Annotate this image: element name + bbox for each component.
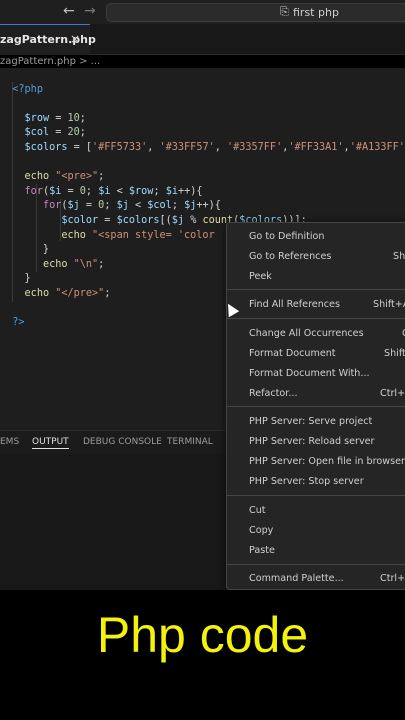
shortcut-command-palette: Ctrl+S <box>380 573 405 584</box>
editor-tabs: zagPattern.php × <box>0 24 405 55</box>
menu-go-to-definition[interactable]: Go to Definition <box>249 231 325 242</box>
menu-separator <box>227 495 405 496</box>
shortcut-find-all-references: Shift+A <box>373 299 405 310</box>
tab-debug-console[interactable]: DEBUG CONSOLE <box>83 437 162 447</box>
tab-problems[interactable]: EMS <box>0 437 19 447</box>
arrow-right-icon[interactable]: → <box>84 3 96 19</box>
menu-copy[interactable]: Copy <box>249 525 273 536</box>
tab-zagpattern[interactable]: zagPattern.php × <box>0 24 96 55</box>
shortcut-go-to-references: Sh <box>393 251 405 262</box>
menu-change-all-occurrences[interactable]: Change All Occurrences <box>249 328 364 339</box>
title-bar: ← → ⎘ first php <box>0 0 405 24</box>
menu-paste[interactable]: Paste <box>249 545 275 556</box>
menu-format-document-with[interactable]: Format Document With... <box>249 368 370 379</box>
breadcrumb[interactable]: zagPattern.php > ... <box>0 56 100 67</box>
menu-peek[interactable]: Peek <box>249 271 272 282</box>
code-line-1: <?php <box>12 83 43 95</box>
menu-separator <box>227 318 405 319</box>
tab-terminal[interactable]: TERMINAL <box>167 437 213 447</box>
menu-separator <box>227 289 405 290</box>
tab-output[interactable]: OUTPUT <box>32 437 69 449</box>
menu-php-serve-project[interactable]: PHP Server: Serve project <box>249 416 372 427</box>
file-icon: ⎘ <box>280 5 289 18</box>
arrow-left-icon[interactable]: ← <box>63 3 75 19</box>
caption-text: Php code <box>96 607 309 663</box>
menu-go-to-references[interactable]: Go to References <box>249 251 331 262</box>
menu-php-reload-server[interactable]: PHP Server: Reload server <box>249 436 374 447</box>
menu-separator <box>227 564 405 565</box>
tab-label: zagPattern.php <box>0 33 96 46</box>
menu-separator <box>227 406 405 407</box>
code-line-4: $col = 20; <box>24 127 86 139</box>
code-line-3: $row = 10; <box>24 112 86 124</box>
close-icon[interactable]: × <box>70 32 80 46</box>
shortcut-refactor: Ctrl+S <box>380 388 405 399</box>
menu-command-palette[interactable]: Command Palette... <box>249 573 344 584</box>
code-line-8: for($i = 0; $i < $row; $i++){ <box>24 185 203 197</box>
search-text: first php <box>293 6 339 19</box>
menu-cut[interactable]: Cut <box>249 505 266 516</box>
menu-refactor[interactable]: Refactor... <box>249 388 298 399</box>
menu-format-document[interactable]: Format Document <box>249 348 336 359</box>
context-menu: Go to Definition Go to References Sh Pee… <box>226 222 405 590</box>
menu-find-all-references[interactable]: Find All References <box>249 299 340 310</box>
shortcut-format-document: Shift <box>384 348 405 359</box>
code-line-9: for($j = 0; $j < $col; $j++){ <box>42 200 221 212</box>
command-center-search[interactable]: ⎘ first php <box>106 3 405 22</box>
caption-banner: Php code <box>0 590 405 720</box>
menu-php-stop-server[interactable]: PHP Server: Stop server <box>249 476 364 487</box>
code-line-7: echo "<pre>"; <box>24 171 105 183</box>
menu-php-open-in-browser[interactable]: PHP Server: Open file in browser <box>249 456 405 467</box>
code-line-5: $colors = ['#FF5733', '#33FF57', '#3357F… <box>24 141 405 153</box>
